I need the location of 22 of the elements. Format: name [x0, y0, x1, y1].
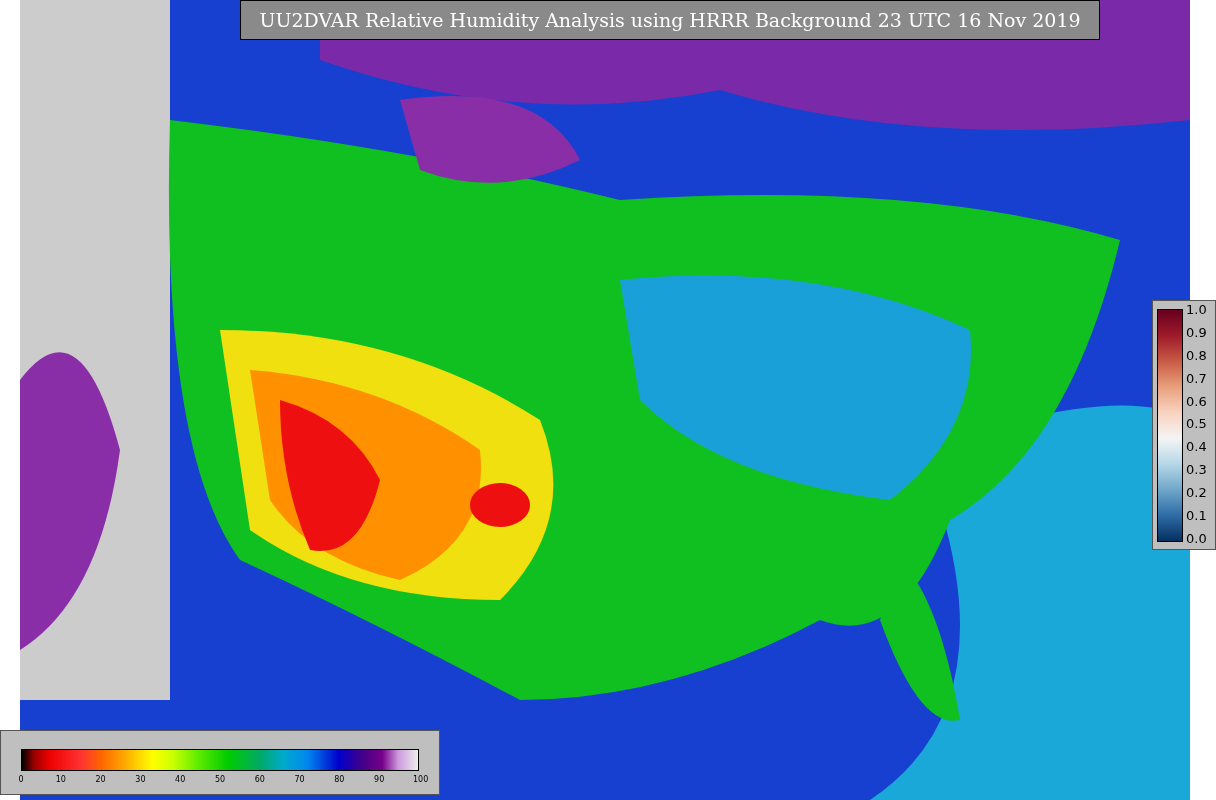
- tick-label: 20: [94, 775, 107, 784]
- tick-label: 0.3: [1186, 462, 1207, 478]
- map-title: UU2DVAR Relative Humidity Analysis using HRRR Background 23 UTC 16 Nov 2019: [240, 0, 1100, 40]
- tick-label: 90: [373, 775, 386, 784]
- tick-label: 30: [134, 775, 147, 784]
- tick-label: 10: [54, 775, 67, 784]
- tick-label: 0: [17, 775, 25, 784]
- tick-label: 70: [293, 775, 306, 784]
- tick-label: 1.0: [1186, 302, 1207, 317]
- tick-label: 0.5: [1186, 416, 1207, 432]
- tick-label: 0.1: [1186, 508, 1207, 523]
- tick-label: 0.4: [1186, 439, 1207, 455]
- tick-label: 0.7: [1186, 370, 1207, 386]
- tick-label: 0.8: [1186, 347, 1207, 363]
- tick-label: 50: [214, 775, 226, 784]
- tick-label: 0.2: [1186, 485, 1207, 501]
- tick-label: 40: [174, 775, 187, 784]
- tick-label: 80: [333, 775, 346, 784]
- tick-label: 0.9: [1186, 324, 1207, 340]
- tick-label: 0.0: [1186, 530, 1207, 546]
- tick-label: 0.6: [1186, 393, 1207, 409]
- tick-label: 60: [253, 775, 266, 784]
